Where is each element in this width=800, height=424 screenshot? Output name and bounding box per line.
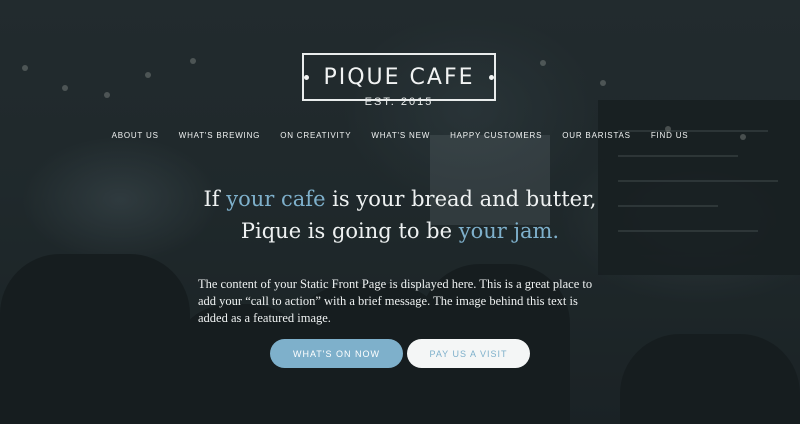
pay-us-a-visit-button[interactable]: PAY US A VISIT <box>407 339 530 368</box>
logo-dot-right <box>488 74 494 80</box>
site-logo[interactable]: PIQUE CAFE <box>302 53 496 101</box>
logo-established: EST. 2015 <box>364 96 434 108</box>
whats-on-now-button[interactable]: WHAT'S ON NOW <box>270 339 403 368</box>
main-navigation: ABOUT US WHAT'S BREWING ON CREATIVITY WH… <box>0 131 800 140</box>
headline-highlight-2: your jam. <box>458 219 560 243</box>
hero-headline: If your cafe is your bread and butter, P… <box>203 187 597 243</box>
intro-text: The content of your Static Front Page is… <box>198 277 593 325</box>
logo-dot-left <box>304 74 310 80</box>
nav-item-whats-new[interactable]: WHAT'S NEW <box>371 131 430 140</box>
nav-item-find-us[interactable]: FIND US <box>651 131 689 140</box>
logo-name: PIQUE CAFE <box>323 64 475 90</box>
nav-item-on-creativity[interactable]: ON CREATIVITY <box>280 131 351 140</box>
headline-highlight-1: your cafe <box>226 187 326 211</box>
nav-item-whats-brewing[interactable]: WHAT'S BREWING <box>179 131 260 140</box>
nav-item-happy-customers[interactable]: HAPPY CUSTOMERS <box>450 131 542 140</box>
nav-item-about-us[interactable]: ABOUT US <box>112 131 159 140</box>
nav-item-our-baristas[interactable]: OUR BARISTAS <box>562 131 631 140</box>
